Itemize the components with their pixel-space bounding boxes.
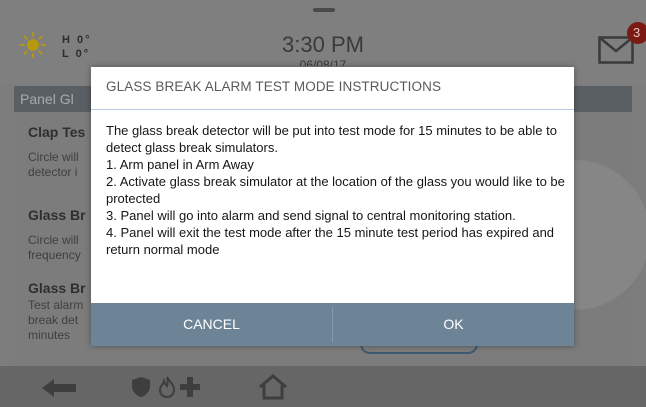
test-item-line: Test alarm [28,298,84,312]
dialog-button-bar: CANCEL OK [91,303,574,346]
medical-icon[interactable] [180,377,200,397]
glass-break-test-dialog: GLASS BREAK ALARM TEST MODE INSTRUCTIONS… [91,67,574,346]
home-icon[interactable] [258,374,288,400]
ok-button[interactable]: OK [333,303,574,346]
test-item-text: Circle will frequency [28,233,81,263]
instruction-step: 1. Arm panel in Arm Away [106,157,254,172]
cancel-button[interactable]: CANCEL [91,303,332,346]
test-item-line: break det [28,313,79,327]
test-item-title[interactable]: Glass Br [28,280,86,296]
panel-title: Panel Gl [20,91,74,107]
test-item-title[interactable]: Glass Br [28,207,86,223]
bottom-nav-bar [0,366,646,407]
instruction-intro: The glass break detector will be put int… [106,123,557,155]
test-item-line: frequency [28,248,81,262]
dialog-divider [91,109,574,110]
instruction-step: 4. Panel will exit the test mode after t… [106,225,555,257]
test-item-text: Test alarm break det minutes [28,298,83,343]
pull-down-handle[interactable] [313,8,335,12]
fire-icon[interactable] [158,376,176,398]
instruction-step: 2. Activate glass break simulator at the… [106,174,565,206]
clock-date: 06/08/17 [299,58,347,66]
test-item-title[interactable]: Clap Tes [28,124,85,140]
test-item-text: Circle will detector i [28,150,79,180]
security-icon[interactable] [131,376,151,398]
dialog-instructions: The glass break detector will be put int… [106,122,566,258]
test-item-line: Circle will [28,233,79,247]
dialog-title: GLASS BREAK ALARM TEST MODE INSTRUCTIONS [106,79,442,94]
test-item-line: detector i [28,165,78,179]
clock-time: 3:30 PM [282,32,364,57]
back-arrow-icon[interactable] [42,379,76,397]
mail-icon[interactable] [598,36,634,64]
test-item-line: Circle will [28,150,79,164]
test-item-line: minutes [28,328,71,342]
message-count-badge: 3 [627,22,646,44]
instruction-step: 3. Panel will go into alarm and send sig… [106,208,516,223]
